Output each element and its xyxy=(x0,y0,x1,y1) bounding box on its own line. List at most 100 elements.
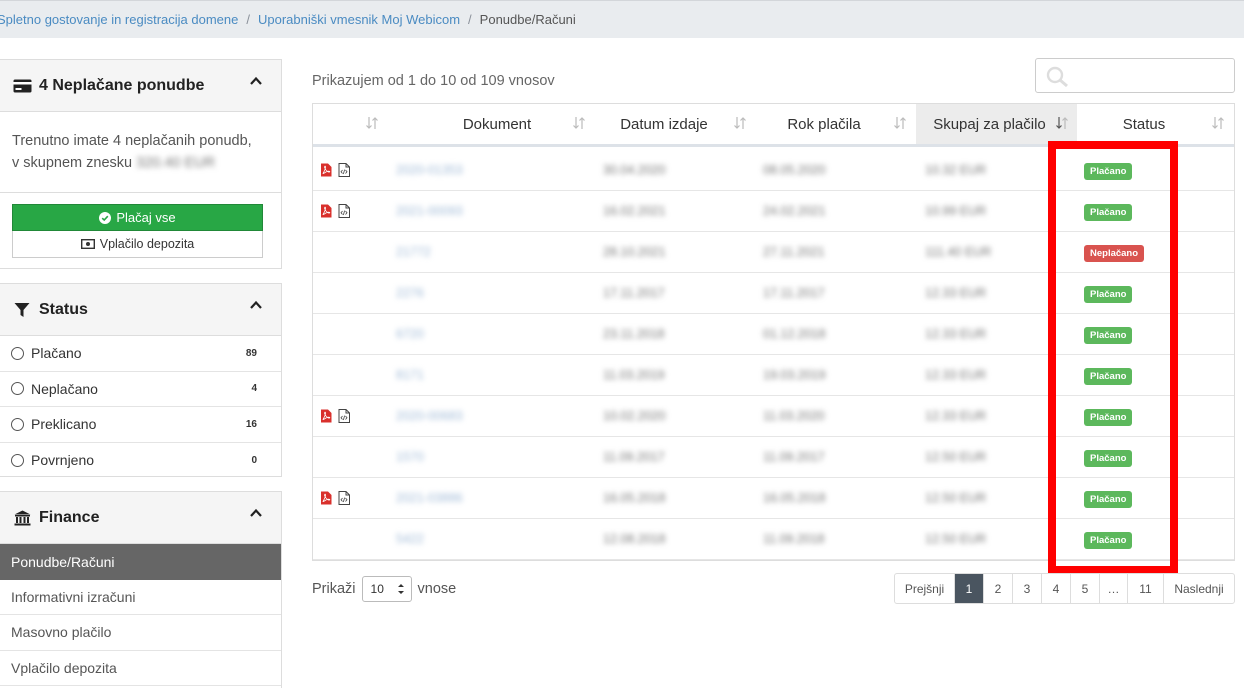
breadcrumb-link-hosting[interactable]: Spletno gostovanje in registracija domen… xyxy=(0,12,238,27)
page-button-1[interactable]: 1 xyxy=(955,574,984,603)
document-link[interactable]: 1570 xyxy=(396,437,424,477)
table-info: Prikazujem od 1 do 10 od 109 vnosov xyxy=(312,73,555,89)
length-menu: Prikaži 10 vnose xyxy=(312,576,456,602)
pdf-icon[interactable] xyxy=(320,204,332,218)
column-header-status[interactable]: Status xyxy=(1077,104,1211,144)
issue-date: 12.08.2018 xyxy=(603,532,666,546)
issue-date: 11.09.2017 xyxy=(603,450,665,464)
status-filter-cancelled[interactable]: Preklicano 16 xyxy=(0,407,281,443)
finance-nav-offers-invoices[interactable]: Ponudbe/Računi xyxy=(0,544,281,580)
sort-icon[interactable] xyxy=(1211,116,1225,130)
document-link[interactable]: 5422 xyxy=(396,519,424,559)
document-icons xyxy=(320,478,350,518)
pdf-icon[interactable] xyxy=(320,491,332,505)
status-panel-header[interactable]: Status xyxy=(0,284,281,336)
status-badge: Plačano xyxy=(1084,409,1133,426)
pdf-icon[interactable] xyxy=(320,163,332,177)
page-button-4[interactable]: 4 xyxy=(1042,574,1071,603)
deposit-button[interactable]: Vplačilo depozita xyxy=(12,231,263,258)
status-badge: Plačano xyxy=(1084,450,1133,467)
xml-file-icon[interactable] xyxy=(338,491,350,505)
radio-button[interactable] xyxy=(11,453,24,467)
status-badge: Plačano xyxy=(1084,286,1133,303)
total-amount: 12.50 EUR xyxy=(925,491,987,505)
table-row: 2020-01353 30.04.2020 08.05.2020 10.32 EUR P… xyxy=(313,150,1234,191)
xml-file-icon[interactable] xyxy=(338,163,350,177)
column-header-issue-date[interactable]: Datum izdaje xyxy=(598,104,730,144)
document-link[interactable]: 21772 xyxy=(396,232,431,272)
total-amount: 12.33 EUR xyxy=(925,368,987,382)
issue-date: 16.05.2018 xyxy=(603,491,666,505)
sort-icon[interactable] xyxy=(365,116,379,130)
document-link[interactable]: 2276 xyxy=(396,273,424,313)
total-amount: 12.33 EUR xyxy=(925,409,987,423)
document-link[interactable]: 2021-03886 xyxy=(396,478,463,518)
status-filter-panel: Status Plačano 89 Neplačano 4 Preklicano 16… xyxy=(0,283,282,477)
unpaid-total-amount: 320.40 EUR xyxy=(136,155,216,171)
table-header: Dokument Datum izdaje Rok plačila Skupaj… xyxy=(313,104,1234,147)
unpaid-panel-header[interactable]: 4 Neplačane ponudbe xyxy=(0,60,281,112)
finance-nav-deposit[interactable]: Vplačilo depozita xyxy=(0,651,281,686)
due-date: 16.05.2018 xyxy=(763,491,826,505)
previous-page-button[interactable]: Prejšnji xyxy=(895,574,955,603)
sort-icon[interactable] xyxy=(733,116,747,130)
chevron-up-icon[interactable] xyxy=(249,298,263,312)
page-button-3[interactable]: 3 xyxy=(1013,574,1042,603)
due-date: 17.11.2017 xyxy=(763,286,825,300)
status-filter-label: Povrnjeno xyxy=(31,452,95,469)
issue-date: 10.02.2020 xyxy=(603,409,666,423)
breadcrumb-link-user-panel[interactable]: Uporabniški vmesnik Moj Webicom xyxy=(258,12,460,27)
radio-button[interactable] xyxy=(11,417,24,431)
next-page-button[interactable]: Naslednji xyxy=(1164,574,1234,603)
document-link[interactable]: 2020-00683 xyxy=(396,396,463,436)
document-link[interactable]: 6720 xyxy=(396,314,424,354)
chevron-up-icon[interactable] xyxy=(249,506,263,520)
document-link[interactable]: 2021-00093 xyxy=(396,191,463,231)
total-amount: 12.33 EUR xyxy=(925,286,987,300)
page-button-5[interactable]: 5 xyxy=(1071,574,1100,603)
status-count: 16 xyxy=(245,418,257,430)
column-header-due-date[interactable]: Rok plačila xyxy=(753,104,895,144)
document-link[interactable]: 8171 xyxy=(396,355,424,395)
xml-file-icon[interactable] xyxy=(338,204,350,218)
status-badge: Plačano xyxy=(1084,368,1133,385)
document-icons xyxy=(320,396,350,436)
status-panel-title: Status xyxy=(39,300,88,318)
finance-nav-informative-calculations[interactable]: Informativni izračuni xyxy=(0,580,281,615)
status-filter-unpaid[interactable]: Neplačano 4 xyxy=(0,372,281,407)
page-button-2[interactable]: 2 xyxy=(984,574,1013,603)
chevron-up-icon[interactable] xyxy=(249,74,263,88)
xml-file-icon[interactable] xyxy=(338,409,350,423)
sort-icon[interactable] xyxy=(572,116,586,130)
page-button-11[interactable]: 11 xyxy=(1128,574,1164,603)
column-header-actions[interactable] xyxy=(313,104,396,144)
document-link[interactable]: 2020-01353 xyxy=(396,150,463,190)
search-input[interactable] xyxy=(1035,58,1235,93)
finance-panel-header[interactable]: Finance xyxy=(0,492,281,544)
page-length-select[interactable]: 10 xyxy=(361,576,412,602)
sort-active-icon[interactable] xyxy=(1055,116,1069,130)
pay-all-button[interactable]: Plačaj vse xyxy=(12,204,263,231)
radio-button[interactable] xyxy=(11,346,24,360)
unpaid-summary-line2: v skupnem znesku 320.40 EUR xyxy=(12,152,269,174)
due-date: 11.03.2020 xyxy=(763,409,825,423)
column-header-total[interactable]: Skupaj za plačilo xyxy=(916,104,1077,144)
status-filter-paid[interactable]: Plačano 89 xyxy=(0,336,281,372)
unpaid-summary: Trenutno imate 4 neplačanih ponudb, v sk… xyxy=(0,112,281,192)
radio-button[interactable] xyxy=(11,382,24,396)
length-menu-prefix: Prikaži xyxy=(312,581,356,597)
status-count: 4 xyxy=(251,383,257,395)
sort-icon[interactable] xyxy=(893,116,907,130)
column-header-document[interactable]: Dokument xyxy=(396,104,598,144)
status-filter-refunded[interactable]: Povrnjeno 0 xyxy=(0,443,281,479)
status-badge: Plačano xyxy=(1084,204,1133,221)
issue-date: 16.02.2021 xyxy=(603,204,666,218)
finance-nav-mass-payment[interactable]: Masovno plačilo xyxy=(0,615,281,651)
check-circle-icon xyxy=(99,211,112,224)
status-filter-label: Neplačano xyxy=(31,380,98,397)
total-amount: 10.32 EUR xyxy=(925,163,987,177)
finance-panel: Finance Ponudbe/Računi Informativni izra… xyxy=(0,491,282,688)
table-row: 5422 12.08.2018 11.09.2018 12.50 EUR Plačano xyxy=(313,519,1234,560)
page-length-value: 10 xyxy=(370,582,384,596)
pdf-icon[interactable] xyxy=(320,409,332,423)
